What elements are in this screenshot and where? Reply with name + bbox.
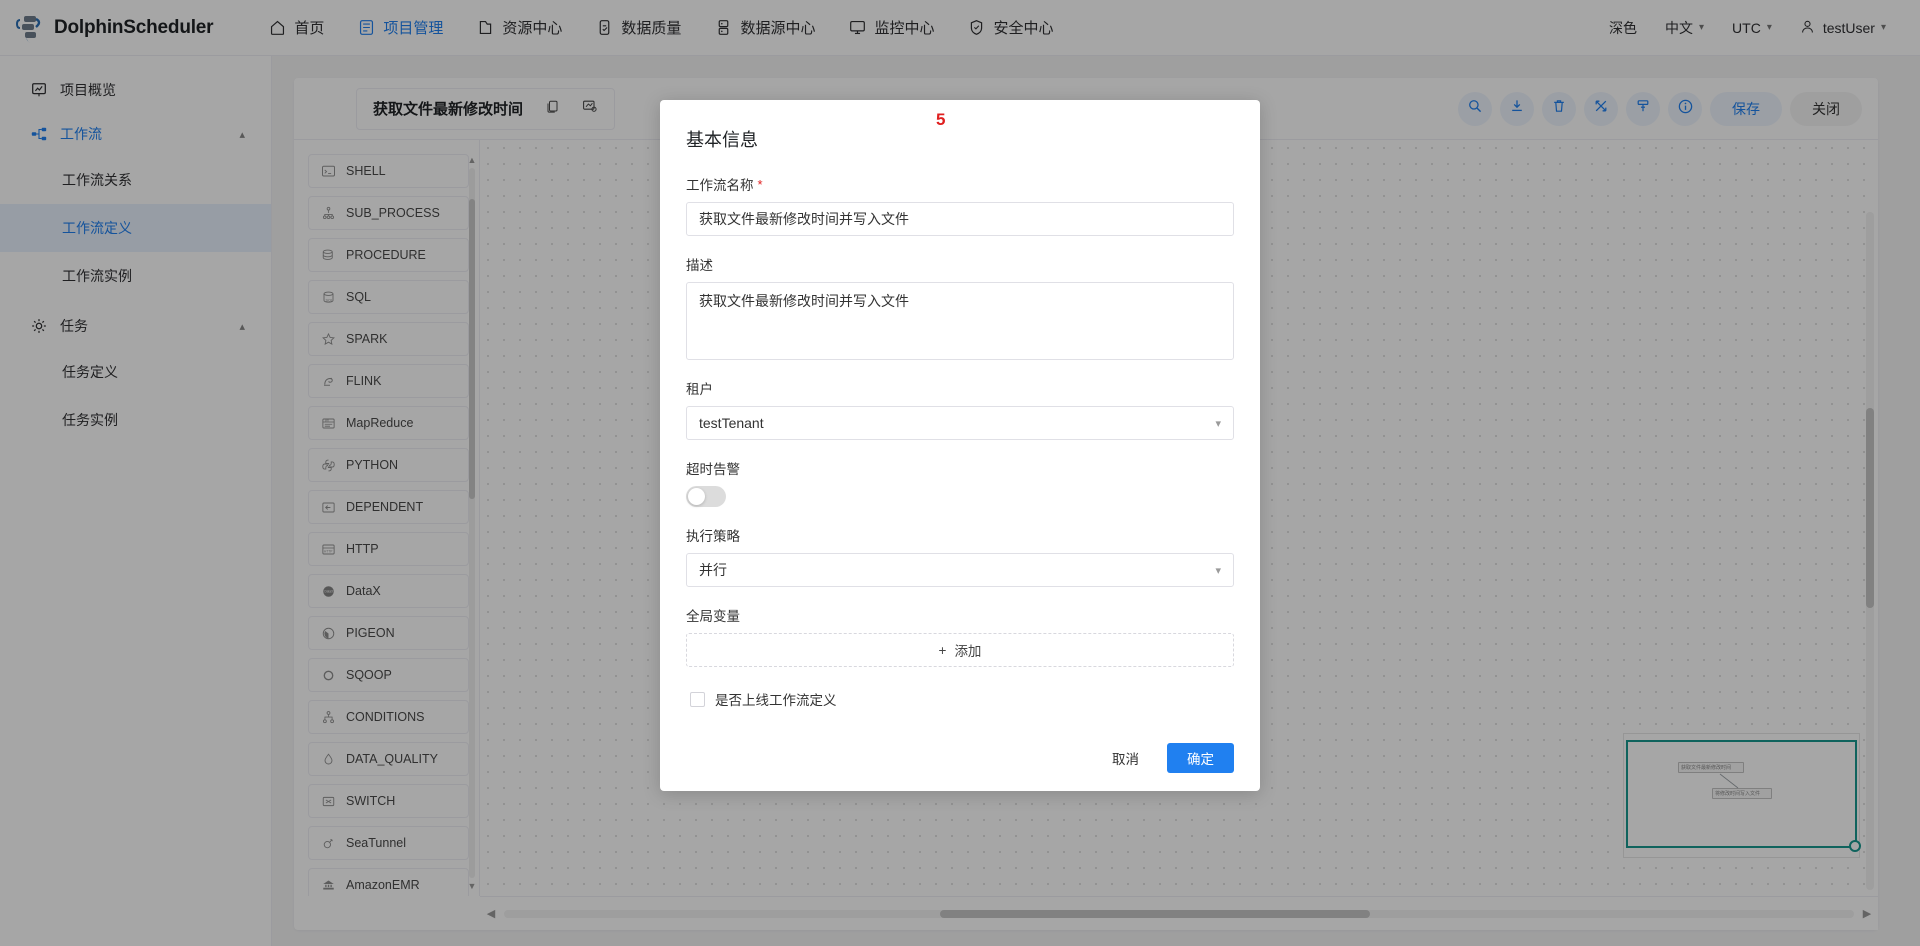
field-workflow-name: 工作流名称 * 获取文件最新修改时间并写入文件: [686, 174, 1234, 236]
workflow-name-input[interactable]: 获取文件最新修改时间并写入文件: [686, 202, 1234, 236]
modal-footer: 取消 确定: [686, 743, 1234, 773]
tenant-label-text: 租户: [686, 378, 713, 398]
add-global-variable-button[interactable]: + 添加: [686, 633, 1234, 667]
timeout-alarm-toggle[interactable]: [686, 486, 726, 507]
description-label-text: 描述: [686, 254, 713, 274]
plus-icon: +: [939, 643, 947, 658]
online-checkbox-label: 是否上线工作流定义: [715, 689, 837, 709]
chevron-down-icon: ▾: [1215, 417, 1221, 430]
cancel-button[interactable]: 取消: [1096, 743, 1155, 773]
workflow-name-field-label: 工作流名称 *: [686, 174, 1234, 194]
description-field-label: 描述: [686, 254, 1234, 274]
execution-strategy-selected-value: 并行: [699, 560, 727, 580]
tenant-field-label: 租户: [686, 378, 1234, 398]
execution-strategy-select[interactable]: 并行 ▾: [686, 553, 1234, 587]
confirm-button[interactable]: 确定: [1167, 743, 1234, 773]
cancel-button-label: 取消: [1112, 748, 1139, 768]
field-tenant: 租户 testTenant ▾: [686, 378, 1234, 440]
field-execution-strategy: 执行策略 并行 ▾: [686, 525, 1234, 587]
tenant-selected-value: testTenant: [699, 415, 764, 431]
tenant-select[interactable]: testTenant ▾: [686, 406, 1234, 440]
field-timeout-alarm: 超时告警: [686, 458, 1234, 507]
required-marker: *: [758, 177, 763, 192]
app-root: DolphinScheduler 首页 项目管理 资源中心: [0, 0, 1920, 946]
confirm-button-label: 确定: [1187, 748, 1214, 768]
execution-strategy-label-text: 执行策略: [686, 525, 740, 545]
global-variables-field-label: 全局变量: [686, 605, 1234, 625]
execution-strategy-field-label: 执行策略: [686, 525, 1234, 545]
field-global-variables: 全局变量 + 添加: [686, 605, 1234, 667]
field-description: 描述 获取文件最新修改时间并写入文件: [686, 254, 1234, 360]
modal-title: 基本信息: [686, 126, 1234, 152]
annotation-marker: 5: [936, 110, 945, 130]
chevron-down-icon: ▾: [1215, 564, 1221, 577]
add-global-variable-label: 添加: [954, 640, 981, 660]
timeout-alarm-field-label: 超时告警: [686, 458, 1234, 478]
toggle-knob: [688, 488, 705, 505]
online-checkbox-row: 是否上线工作流定义: [690, 689, 1234, 709]
description-textarea[interactable]: 获取文件最新修改时间并写入文件: [686, 282, 1234, 360]
workflow-name-label-text: 工作流名称: [686, 174, 754, 194]
global-variables-label-text: 全局变量: [686, 605, 740, 625]
basic-info-modal: 5 基本信息 工作流名称 * 获取文件最新修改时间并写入文件 描述 获取文件最新…: [660, 100, 1260, 791]
online-checkbox[interactable]: [690, 692, 705, 707]
timeout-alarm-label-text: 超时告警: [686, 458, 740, 478]
